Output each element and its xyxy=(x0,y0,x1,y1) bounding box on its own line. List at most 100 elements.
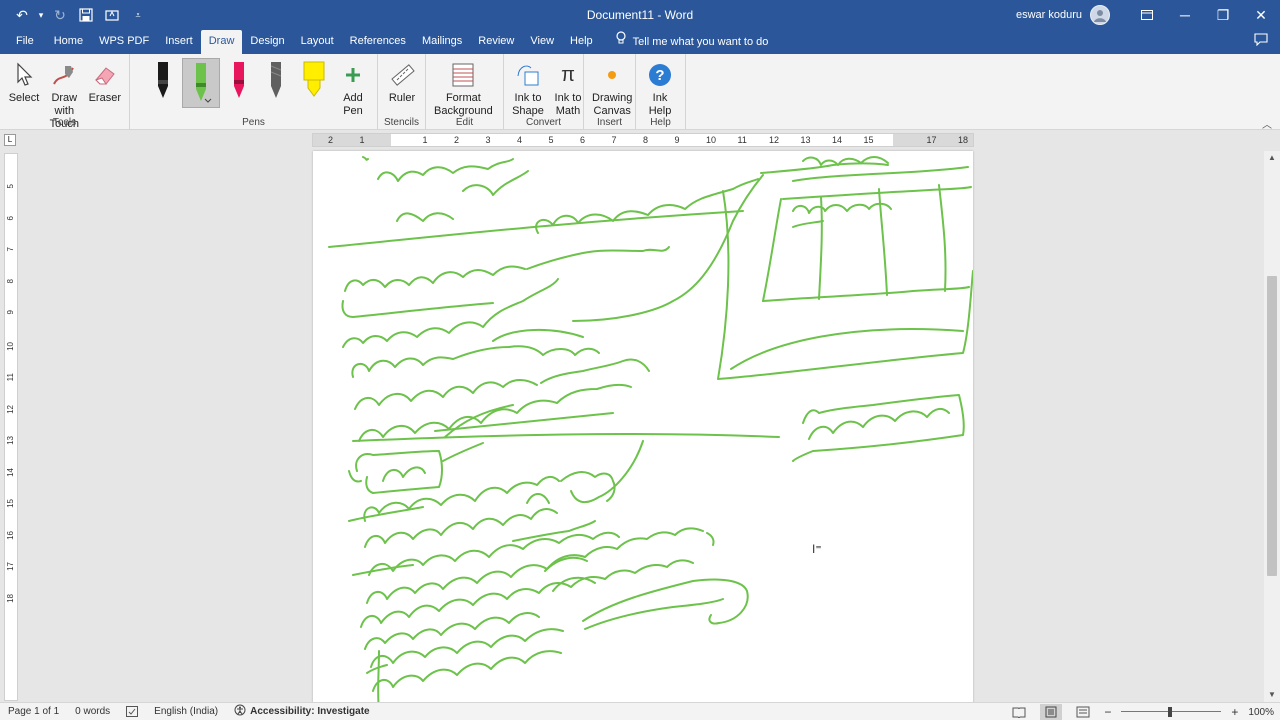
tab-references[interactable]: References xyxy=(342,30,414,54)
group-label-pens: Pens xyxy=(242,117,265,128)
group-label-tools: Tools xyxy=(52,117,77,128)
ruler-number: 18 xyxy=(6,593,15,603)
help-question-icon: ? xyxy=(644,58,676,92)
accessibility-indicator[interactable]: Accessibility: Investigate xyxy=(226,704,378,719)
scrollbar-thumb[interactable] xyxy=(1267,276,1277,576)
plus-icon xyxy=(337,58,369,92)
ruler-number: 11 xyxy=(6,373,15,382)
add-pen-button[interactable]: Add Pen xyxy=(333,58,373,118)
accessibility-icon xyxy=(234,704,246,719)
zoom-in-icon[interactable]: + xyxy=(1231,705,1238,719)
eraser-button[interactable]: Eraser xyxy=(85,58,125,105)
restore-icon[interactable]: ❐ xyxy=(1204,0,1242,30)
group-help: ? Ink Help Help xyxy=(636,54,686,130)
status-bar: Page 1 of 1 0 words English (India) Acce… xyxy=(0,702,1280,720)
ruler-number: 18 xyxy=(958,135,969,145)
pen-pencil-gray[interactable] xyxy=(257,58,295,108)
ink-help-button[interactable]: ? Ink Help xyxy=(640,58,680,118)
ruler-left-margin xyxy=(313,134,391,146)
select-button[interactable]: Select xyxy=(4,58,44,105)
ruler-number: 1 xyxy=(422,135,428,145)
tab-design[interactable]: Design xyxy=(242,30,292,54)
group-convert: Ink to Shape π Ink to Math Convert xyxy=(504,54,584,130)
tab-stop-selector[interactable]: L xyxy=(4,134,16,146)
minimize-icon[interactable]: ─ xyxy=(1166,0,1204,30)
user-account[interactable]: eswar koduru xyxy=(1016,0,1110,30)
tab-home[interactable]: Home xyxy=(46,30,91,54)
tab-draw[interactable]: Draw xyxy=(200,30,243,54)
collapse-ribbon-icon[interactable]: ︿ xyxy=(1262,116,1272,131)
print-layout-icon[interactable] xyxy=(1040,704,1063,720)
ruler-number: 13 xyxy=(800,135,811,145)
read-mode-icon[interactable] xyxy=(1008,704,1030,720)
zoom-level[interactable]: 100% xyxy=(1248,707,1274,718)
zoom-knob[interactable] xyxy=(1168,707,1173,717)
tab-review[interactable]: Review xyxy=(470,30,522,54)
comments-icon[interactable] xyxy=(1254,33,1268,49)
page-count[interactable]: Page 1 of 1 xyxy=(0,706,67,717)
user-name: eswar koduru xyxy=(1015,9,1082,21)
tab-insert[interactable]: Insert xyxy=(157,30,201,54)
group-label-convert: Convert xyxy=(525,117,561,128)
vertical-scrollbar[interactable]: ▲ ▼ xyxy=(1264,151,1280,702)
status-right-controls: − + 100% xyxy=(1008,703,1274,720)
touch-mode-icon[interactable] xyxy=(100,3,124,27)
word-count[interactable]: 0 words xyxy=(67,706,118,717)
save-icon[interactable] xyxy=(74,3,98,27)
document-page[interactable] xyxy=(313,151,974,702)
proofing-icon[interactable] xyxy=(118,706,146,717)
web-layout-icon[interactable] xyxy=(1072,704,1094,720)
customize-qat-icon[interactable]: ⩡ xyxy=(126,3,150,27)
tab-help[interactable]: Help xyxy=(562,30,601,54)
ruler-icon xyxy=(386,58,418,92)
ink-drawing[interactable] xyxy=(313,151,974,702)
ruler-number: 15 xyxy=(863,135,874,145)
ruler-number: 2 xyxy=(328,135,334,145)
redo-icon[interactable]: ↻ xyxy=(48,3,72,27)
avatar[interactable] xyxy=(1090,5,1110,25)
close-icon[interactable]: ✕ xyxy=(1242,0,1280,30)
ruler-number: 12 xyxy=(769,135,780,145)
pen-highlighter-yellow[interactable] xyxy=(295,58,333,108)
language-indicator[interactable]: English (India) xyxy=(146,706,226,717)
word-window: ↶ ▾ ↻ ⩡ Document11 - Word eswar koduru ─… xyxy=(0,0,1280,720)
group-stencils: Ruler Stencils xyxy=(378,54,426,130)
group-insert: Drawing Canvas Insert xyxy=(584,54,636,130)
tab-layout[interactable]: Layout xyxy=(293,30,342,54)
pen-green-selected[interactable] xyxy=(181,58,220,108)
tell-me-search[interactable]: Tell me what you want to do xyxy=(615,30,768,54)
vertical-ruler[interactable]: 5 6 7 8 9 10 11 12 13 14 15 16 17 18 xyxy=(4,153,18,701)
touch-draw-icon xyxy=(48,58,80,92)
ink-to-math-button[interactable]: π Ink to Math xyxy=(548,58,588,118)
horizontal-ruler[interactable]: 2 1 1 2 3 4 5 6 7 8 9 10 11 12 13 14 15 17 18 xyxy=(312,133,974,147)
ruler-number: 9 xyxy=(6,310,15,315)
group-label-insert: Insert xyxy=(596,117,622,128)
tab-file[interactable]: File xyxy=(0,30,46,54)
undo-dropdown-icon[interactable]: ▾ xyxy=(36,3,46,27)
tab-view[interactable]: View xyxy=(522,30,562,54)
pen-black[interactable] xyxy=(144,58,182,108)
zoom-out-icon[interactable]: − xyxy=(1104,705,1111,719)
tab-mailings[interactable]: Mailings xyxy=(414,30,470,54)
group-tools: Select Draw with Touch Eraser Tools xyxy=(0,54,130,130)
ruler-number: 17 xyxy=(6,562,15,571)
title-bar: ↶ ▾ ↻ ⩡ Document11 - Word eswar koduru ─… xyxy=(0,0,1280,30)
ruler-number: 9 xyxy=(674,135,680,145)
ruler-number: 7 xyxy=(611,135,617,145)
ruler-number: 11 xyxy=(737,135,747,145)
document-workspace: L 2 1 1 2 3 4 5 6 7 8 9 10 11 12 13 14 15 17 18 5 6 7 8 9 10 11 1… xyxy=(0,131,1280,702)
ruler-number: 13 xyxy=(6,436,15,445)
undo-icon[interactable]: ↶ xyxy=(10,3,34,27)
ink-to-shape-button[interactable]: Ink to Shape xyxy=(508,58,548,118)
scroll-down-icon[interactable]: ▼ xyxy=(1267,690,1277,700)
format-background-button[interactable]: Format Background xyxy=(430,58,497,118)
ruler-button[interactable]: Ruler xyxy=(382,58,422,105)
zoom-slider[interactable] xyxy=(1121,707,1222,717)
ruler-number: 8 xyxy=(6,278,15,283)
drawing-canvas-button[interactable]: Drawing Canvas xyxy=(588,58,636,118)
ribbon-display-options-icon[interactable] xyxy=(1128,0,1166,30)
pen-pink[interactable] xyxy=(220,58,258,108)
scroll-up-icon[interactable]: ▲ xyxy=(1267,153,1277,163)
eraser-icon xyxy=(89,58,121,92)
tab-wps-pdf[interactable]: WPS PDF xyxy=(91,30,157,54)
